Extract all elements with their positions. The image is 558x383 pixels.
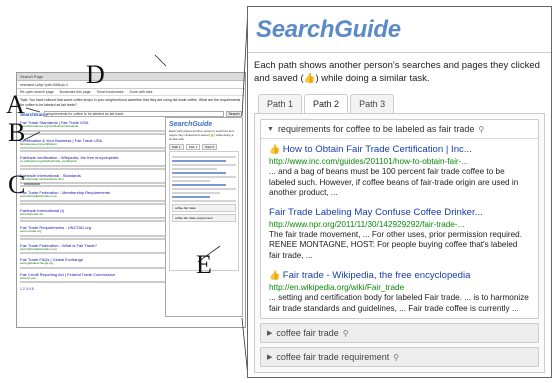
tab-path-1[interactable]: Path 1 [258,94,303,113]
panel-header: SearchGuide [248,7,551,53]
trail-result: 👍 How to Obtain Fair Trade Certification… [261,139,538,203]
callout-a-line [25,107,41,113]
path-panel: ▼ requirements for coffee to be labeled … [254,113,545,373]
tab-path-3[interactable]: Path 3 [350,94,395,113]
result-url[interactable]: http://www.npr.org/2011/11/30/142929292/… [269,219,530,230]
query-header[interactable]: ▼ requirements for coffee to be labeled … [261,120,538,139]
result-title[interactable]: Fair Trade Labeling May Confuse Coffee D… [269,207,530,219]
chevron-down-icon: ▼ [267,125,274,133]
result-title[interactable]: 👍 How to Obtain Fair Trade Certification… [269,143,530,156]
callout-e: E [196,250,212,279]
collapsed-query-text: coffee fair trade requirement [276,352,390,362]
collapsed-query-text: coffee fair trade [276,328,339,338]
thumbs-up-icon: 👍 [269,270,283,280]
collapsed-query[interactable]: ▶ coffee fair trade ⚲ [260,323,539,343]
result-snippet: The fair trade movement, ... For other u… [269,229,523,260]
expanded-query: ▼ requirements for coffee to be labeled … [260,119,539,319]
panel-description: Each path shows another person's searche… [254,60,540,84]
result-snippet: ... and a bag of beans must be 100 perce… [269,167,519,197]
callout-a: A [6,90,25,119]
result-url[interactable]: http://en.wikipedia.org/wiki/Fair_trade [269,282,530,293]
result-url[interactable]: http://www.inc.com/guides/201101/how-to-… [269,156,530,167]
query-text: requirements for coffee to be labeled as… [277,124,475,134]
callout-c: C [8,170,26,199]
search-icon[interactable]: ⚲ [343,329,349,338]
chevron-right-icon: ▶ [267,354,273,361]
thumbs-up-icon: 👍 [269,144,283,154]
search-icon[interactable]: ⚲ [393,353,399,362]
trail-result: 👍 Fair trade - Wikipedia, the free encyc… [261,265,538,318]
figure: Search Page research.php?pid=58&qi=1 Re-… [0,0,558,383]
result-title[interactable]: 👍 Fair trade - Wikipedia, the free encyc… [269,269,530,282]
callout-d: D [86,60,105,89]
tab-path-2[interactable]: Path 2 [304,94,349,113]
searchguide-logo: SearchGuide [256,15,401,43]
collapsed-query[interactable]: ▶ coffee fair trade requirement ⚲ [260,347,539,367]
searchguide-panel: SearchGuide Each path shows another pers… [247,6,552,378]
path-tabs: Path 1 Path 2 Path 3 [258,94,545,113]
trail-result: Fair Trade Labeling May Confuse Coffee D… [261,203,538,266]
search-icon[interactable]: ⚲ [478,125,484,134]
result-snippet: ... setting and certification body for l… [269,293,529,313]
callout-d-line [154,54,167,67]
callout-b-line [23,131,41,141]
callout-b: B [8,118,26,147]
chevron-right-icon: ▶ [267,330,273,337]
